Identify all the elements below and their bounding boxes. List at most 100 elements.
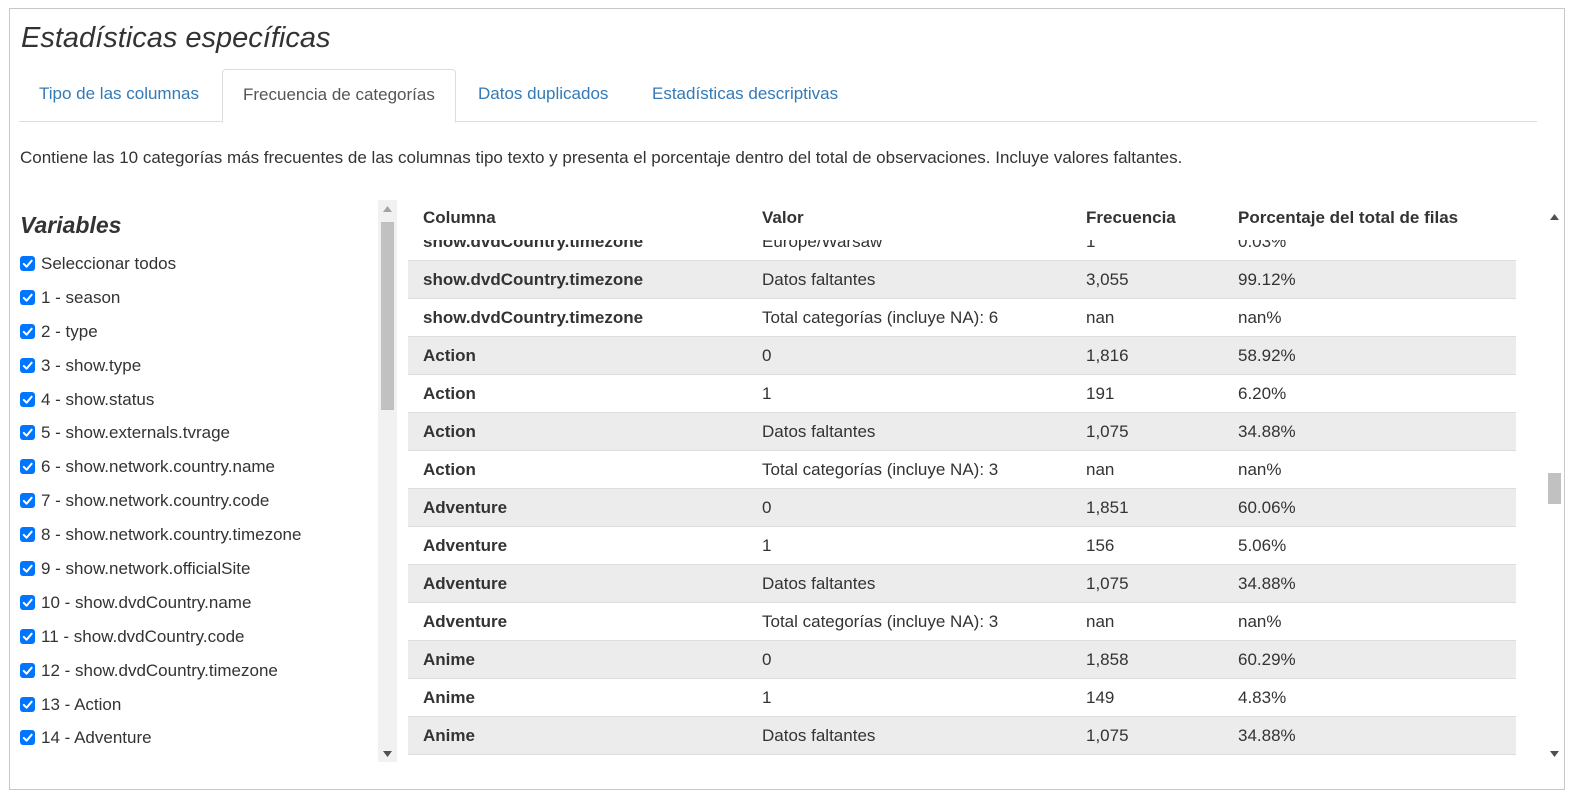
variable-item[interactable]: 3 - show.type	[19, 356, 359, 390]
variable-item[interactable]: 14 - Adventure	[19, 728, 359, 755]
checkbox-checked-icon[interactable]	[20, 357, 35, 373]
variable-item[interactable]: 12 - show.dvdCountry.timezone	[19, 661, 359, 695]
variable-item[interactable]: 2 - type	[19, 322, 359, 356]
checkbox-checked-icon[interactable]	[20, 459, 35, 475]
cell-column: Anime	[423, 650, 475, 669]
cell-percentage: 60.29%	[1238, 650, 1296, 669]
tab-duplicate-data[interactable]: Datos duplicados	[458, 69, 628, 122]
cell-frequency: 1,851	[1086, 498, 1129, 517]
variable-item[interactable]: 6 - show.network.country.name	[19, 457, 359, 491]
checkbox-checked-icon[interactable]	[20, 628, 35, 644]
variable-item[interactable]: 5 - show.externals.tvrage	[19, 423, 359, 457]
checkbox-checked-icon[interactable]	[20, 662, 35, 678]
variable-item[interactable]: 7 - show.network.country.code	[19, 491, 359, 525]
tab-description: Contiene las 10 categorías más frecuente…	[20, 148, 1183, 167]
cell-column: Anime	[423, 688, 475, 707]
cell-percentage: nan%	[1238, 612, 1282, 631]
table-row: Anime 1 149 4.83%	[408, 679, 1516, 717]
checkbox-checked-icon[interactable]	[20, 493, 35, 509]
cell-column: Action	[423, 460, 476, 479]
cell-percentage: 58.92%	[1238, 346, 1296, 365]
cell-frequency: nan	[1086, 612, 1115, 631]
header-frequency: Frecuencia	[1086, 208, 1176, 227]
variable-item[interactable]: 9 - show.network.officialSite	[19, 559, 359, 593]
cell-value: Datos faltantes	[762, 726, 876, 745]
cell-frequency: nan	[1086, 308, 1115, 327]
table-row: Adventure 1 156 5.06%	[408, 527, 1516, 565]
cell-column: Action	[423, 422, 476, 441]
cell-column: Adventure	[423, 612, 508, 631]
table-row: Adventure Datos faltantes 1,075 34.88%	[408, 565, 1516, 603]
variable-item[interactable]: Seleccionar todos	[19, 254, 359, 288]
variable-label: 7 - show.network.country.code	[41, 491, 270, 511]
cell-percentage: 34.88%	[1238, 574, 1296, 593]
variable-label: Seleccionar todos	[41, 254, 177, 273]
cell-frequency: 1,816	[1086, 346, 1129, 365]
cell-percentage: 4.83%	[1238, 688, 1287, 707]
variable-label: 4 - show.status	[41, 389, 155, 409]
variable-label: 13 - Action	[41, 694, 122, 714]
cell-value: 0	[762, 346, 772, 365]
cell-frequency: 149	[1086, 688, 1115, 707]
cell-value: Total categorías (incluye NA): 6	[762, 308, 999, 327]
cell-column: Adventure	[423, 498, 508, 517]
cell-frequency: 3,055	[1086, 270, 1129, 289]
tab-column-types[interactable]: Tipo de las columnas	[19, 69, 219, 122]
scroll-down-arrow-icon[interactable]	[1545, 745, 1564, 762]
table-scrollbar[interactable]	[1545, 208, 1564, 762]
table-row: Anime 0 1,858 60.29%	[408, 641, 1516, 679]
checkbox-checked-icon[interactable]	[20, 256, 35, 271]
scroll-down-arrow-icon[interactable]	[378, 745, 397, 762]
checkbox-checked-icon[interactable]	[20, 425, 35, 441]
cell-column: Adventure	[423, 574, 508, 593]
table-row: Adventure 0 1,851 60.06%	[408, 489, 1516, 527]
table-row: Action 1 191 6.20%	[408, 375, 1516, 413]
cell-percentage: nan%	[1238, 308, 1282, 327]
checkbox-checked-icon[interactable]	[20, 289, 35, 305]
tab-category-frequency[interactable]: Frecuencia de categorías	[222, 69, 456, 123]
variable-label: 8 - show.network.country.timezone	[41, 525, 302, 545]
cell-column: show.dvdCountry.timezone	[423, 270, 644, 289]
cell-frequency: 1,858	[1086, 650, 1129, 669]
checkbox-checked-icon[interactable]	[20, 594, 35, 610]
variable-label: 2 - type	[41, 321, 98, 341]
cell-column: show.dvdCountry.timezone	[423, 308, 644, 327]
checkbox-checked-icon[interactable]	[20, 730, 35, 746]
cell-value: Total categorías (incluye NA): 3	[762, 612, 999, 631]
variable-item[interactable]: 8 - show.network.country.timezone	[19, 525, 359, 559]
cell-value: 0	[762, 498, 772, 517]
variable-item[interactable]: 1 - season	[19, 288, 359, 322]
cell-percentage: 99.12%	[1238, 270, 1296, 289]
cell-frequency: 1,075	[1086, 422, 1129, 441]
tab-descriptive-statistics[interactable]: Estadísticas descriptivas	[632, 69, 858, 122]
cell-frequency: 1,075	[1086, 726, 1129, 745]
checkbox-checked-icon[interactable]	[20, 527, 35, 543]
checkbox-checked-icon[interactable]	[20, 561, 35, 577]
cell-percentage: 60.06%	[1238, 498, 1296, 517]
checkbox-checked-icon[interactable]	[20, 696, 35, 712]
variable-item[interactable]: 11 - show.dvdCountry.code	[19, 627, 359, 661]
cell-value: 1	[762, 384, 772, 403]
variable-item[interactable]: 13 - Action	[19, 695, 359, 729]
checkbox-checked-icon[interactable]	[20, 391, 35, 407]
table-header: Columna Valor Frecuencia Porcentaje del …	[408, 200, 1516, 240]
scrollbar-thumb[interactable]	[1548, 473, 1561, 504]
variable-item[interactable]: 10 - show.dvdCountry.name	[19, 593, 359, 627]
table-body: show.dvdCountry.timezone Europe/Warsaw 1 0.…	[408, 230, 1516, 755]
cell-value: Datos faltantes	[762, 270, 876, 289]
scroll-up-arrow-icon[interactable]	[378, 200, 397, 217]
scroll-up-arrow-icon[interactable]	[1545, 208, 1564, 225]
scrollbar-thumb[interactable]	[381, 222, 394, 410]
cell-value: Datos faltantes	[762, 574, 876, 593]
variables-list: Seleccionar todos 1 - season 2 - type 3 - s…	[19, 254, 359, 755]
variables-scrollbar[interactable]	[378, 200, 397, 762]
cell-value: Total categorías (incluye NA): 3	[762, 460, 999, 479]
table-row: Adventure Total categorías (incluye NA): …	[408, 603, 1516, 641]
cell-frequency: 191	[1086, 384, 1115, 403]
checkbox-checked-icon[interactable]	[20, 323, 35, 339]
variable-item[interactable]: 4 - show.status	[19, 390, 359, 424]
variables-heading: Variables	[20, 212, 122, 238]
table-row: Anime Datos faltantes 1,075 34.88%	[408, 717, 1516, 755]
variable-label: 3 - show.type	[41, 355, 142, 375]
cell-column: Anime	[423, 726, 475, 745]
